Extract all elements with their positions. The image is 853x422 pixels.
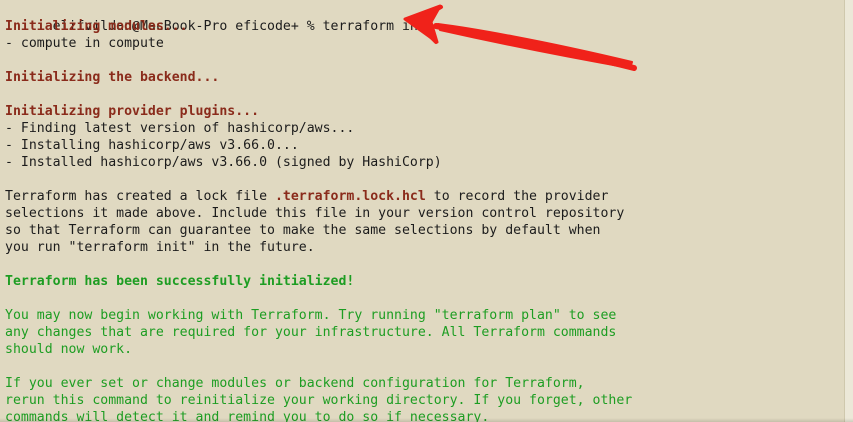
output-line: you run "terraform init" in the future. bbox=[5, 240, 315, 255]
lock-file-name: .terraform.lock.hcl bbox=[274, 189, 426, 204]
bottom-edge-shadow bbox=[0, 418, 853, 422]
lock-text-after: to record the provider bbox=[425, 189, 609, 204]
next-steps-line: You may now begin working with Terraform… bbox=[5, 308, 617, 323]
lock-file-line: Terraform has created a lock file .terra… bbox=[5, 188, 845, 205]
output-line: so that Terraform can guarantee to make … bbox=[5, 223, 601, 238]
output-line: - Installed hashicorp/aws v3.66.0 (signe… bbox=[5, 155, 442, 170]
terminal-output: elifvildan@MacBook-Pro eficode+ % terraf… bbox=[5, 1, 845, 422]
lock-text-before: Terraform has created a lock file bbox=[5, 189, 275, 204]
reinit-notice-line: rerun this command to reinitialize your … bbox=[5, 393, 633, 408]
next-steps-line: any changes that are required for your i… bbox=[5, 325, 617, 340]
window-scrollbar[interactable] bbox=[844, 0, 853, 422]
output-line: - Installing hashicorp/aws v3.66.0... bbox=[5, 138, 299, 153]
reinit-notice-line: If you ever set or change modules or bac… bbox=[5, 376, 585, 391]
next-steps-line: should now work. bbox=[5, 342, 133, 357]
terminal-window[interactable]: elifvildan@MacBook-Pro eficode+ % terraf… bbox=[0, 0, 853, 422]
output-line: - Finding latest version of hashicorp/aw… bbox=[5, 121, 355, 136]
output-line: - compute in compute bbox=[5, 36, 164, 51]
output-line-heading-plugins: Initializing provider plugins... bbox=[5, 104, 260, 119]
command-prompt-line: elifvildan@MacBook-Pro eficode+ % terraf… bbox=[5, 1, 845, 34]
success-message: Terraform has been successfully initiali… bbox=[5, 274, 355, 289]
output-line: selections it made above. Include this f… bbox=[5, 206, 625, 221]
output-line-heading-backend: Initializing the backend... bbox=[5, 70, 220, 85]
